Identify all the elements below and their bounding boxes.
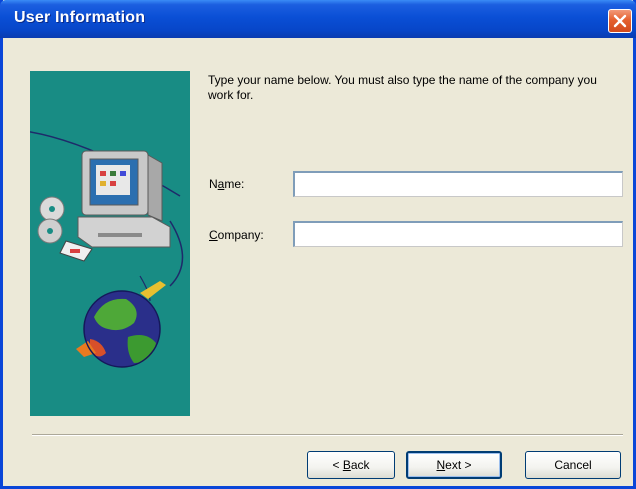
name-label-post: me:	[224, 177, 245, 191]
close-icon	[613, 14, 627, 28]
separator-line	[32, 434, 623, 436]
back-button[interactable]: < Back	[307, 451, 395, 479]
name-input[interactable]	[293, 171, 623, 197]
back-button-pre: <	[332, 458, 343, 472]
company-input[interactable]	[293, 221, 623, 247]
globe-icon	[76, 281, 166, 368]
next-button-access-key: N	[436, 458, 446, 472]
title-bar[interactable]: User Information	[0, 0, 636, 38]
user-information-dialog: User Information Type your name below. Y…	[0, 0, 636, 489]
window-title: User Information	[14, 9, 146, 26]
next-button-post: ext >	[445, 458, 472, 472]
cd-icon	[37, 196, 65, 244]
back-button-post: ack	[350, 458, 370, 472]
back-button-access-key: B	[342, 458, 351, 472]
computer-icon	[77, 150, 171, 248]
cancel-button[interactable]: Cancel	[525, 451, 621, 479]
wizard-illustration-panel	[30, 71, 190, 416]
instructions-text: Type your name below. You must also type…	[208, 73, 597, 102]
name-label: Name:	[209, 177, 244, 191]
company-label: Company:	[209, 228, 264, 242]
company-label-post: ompany:	[217, 228, 264, 242]
computer-globe-illustration	[30, 131, 184, 368]
next-button[interactable]: Next >	[406, 451, 502, 479]
company-label-access-key: C	[209, 228, 218, 242]
name-label-pre: N	[209, 177, 218, 191]
close-button[interactable]	[608, 9, 632, 33]
